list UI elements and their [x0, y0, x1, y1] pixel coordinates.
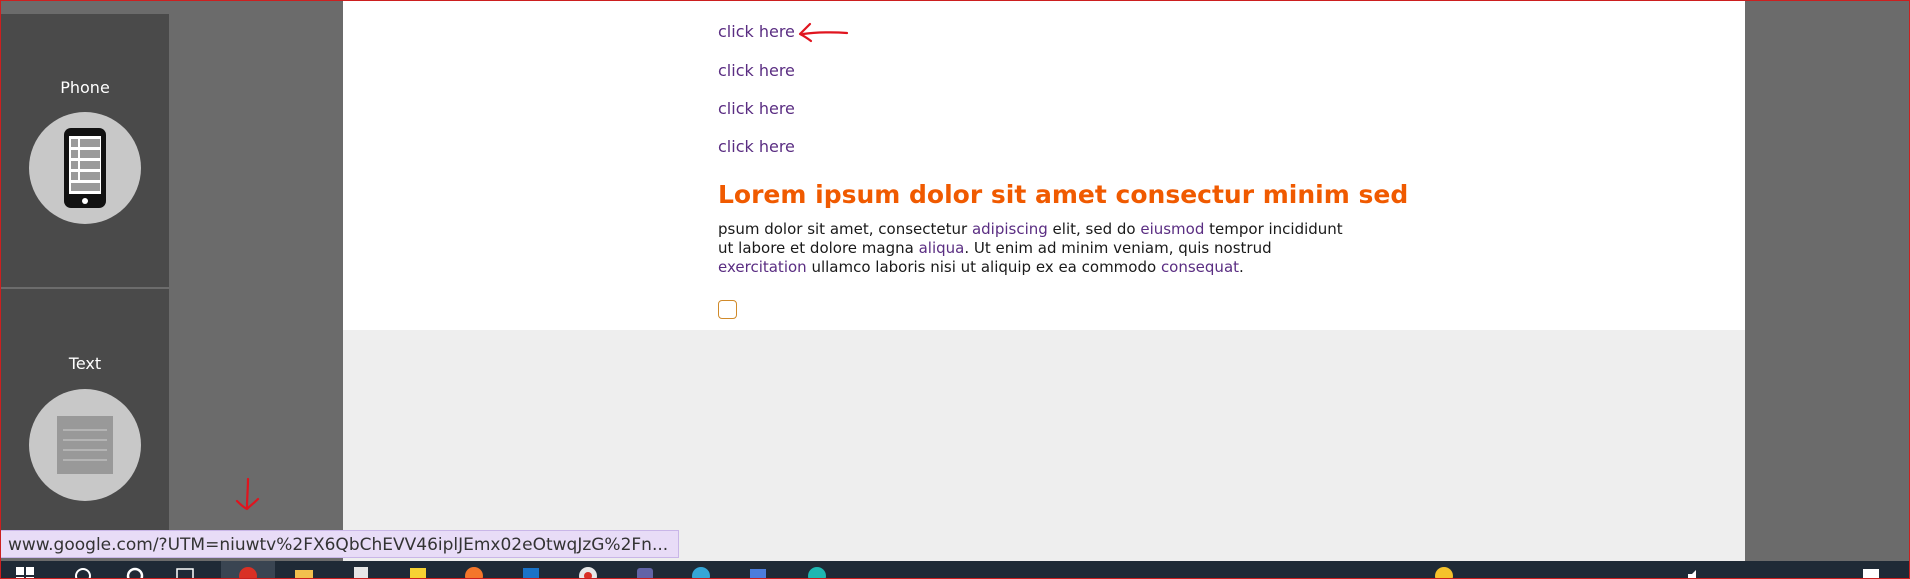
- notepad-icon[interactable]: [350, 565, 372, 579]
- paragraph-text: psum dolor sit amet, consectetur: [718, 220, 972, 238]
- annotation-arrow-left-icon: [798, 22, 849, 43]
- paragraph-text: . Ut enim ad minim veniam, quis nostrud: [964, 239, 1272, 257]
- sidebar-item-label: Text: [68, 354, 102, 373]
- taskbar: [0, 561, 1910, 579]
- chrome-alt-icon[interactable]: [577, 565, 599, 579]
- inline-link[interactable]: consequat: [1161, 258, 1239, 276]
- sidebar-item-text[interactable]: Text: [1, 289, 169, 554]
- page-heading: Lorem ipsum dolor sit amet consectur min…: [718, 180, 1409, 209]
- outlook-icon[interactable]: [520, 565, 542, 579]
- search-icon[interactable]: [72, 565, 94, 579]
- body-paragraph: psum dolor sit amet, consectetur adipisc…: [718, 220, 1358, 277]
- inline-link[interactable]: aliqua: [919, 239, 965, 257]
- sidebar-item-label: Phone: [60, 78, 110, 97]
- phone-icon: [29, 112, 141, 224]
- edge-icon[interactable]: [690, 565, 712, 579]
- paragraph-text: .: [1239, 258, 1244, 276]
- sidebar: Phone Text: [1, 14, 169, 554]
- click-here-link-3[interactable]: click here: [718, 99, 795, 118]
- windows-start-icon[interactable]: [14, 565, 36, 579]
- click-here-link-2[interactable]: click here: [718, 61, 795, 80]
- annotation-arrow-down-icon: [235, 477, 260, 511]
- click-here-link-4[interactable]: click here: [718, 137, 795, 156]
- click-here-link-1[interactable]: click here: [718, 22, 795, 41]
- task-view-icon[interactable]: [174, 565, 196, 579]
- volume-icon[interactable]: [1684, 565, 1706, 579]
- chrome-icon[interactable]: [237, 565, 259, 579]
- store-icon[interactable]: [747, 565, 769, 579]
- text-document-icon: [29, 389, 141, 501]
- emoji-icon[interactable]: [1433, 565, 1455, 579]
- sticky-notes-icon[interactable]: [407, 565, 429, 579]
- status-bar-url: www.google.com/?UTM=niuwtv%2FX6QbChEVV46…: [0, 530, 680, 558]
- main-content: [343, 0, 1745, 330]
- browser-icon[interactable]: [806, 565, 828, 579]
- sidebar-item-phone[interactable]: Phone: [1, 14, 169, 287]
- file-explorer-icon[interactable]: [293, 565, 315, 579]
- inline-link[interactable]: adipiscing: [972, 220, 1048, 238]
- teams-icon[interactable]: [634, 565, 656, 579]
- paragraph-text: ullamco laboris nisi ut aliquip ex ea co…: [806, 258, 1161, 276]
- paragraph-text: elit, sed do: [1047, 220, 1141, 238]
- firefox-icon[interactable]: [463, 565, 485, 579]
- inline-link[interactable]: eiusmod: [1140, 220, 1204, 238]
- cortana-icon[interactable]: [124, 565, 146, 579]
- inline-link[interactable]: exercitation: [718, 258, 807, 276]
- notification-icon[interactable]: [1860, 565, 1882, 579]
- checkbox[interactable]: [718, 300, 737, 319]
- empty-page-area: [343, 330, 1745, 561]
